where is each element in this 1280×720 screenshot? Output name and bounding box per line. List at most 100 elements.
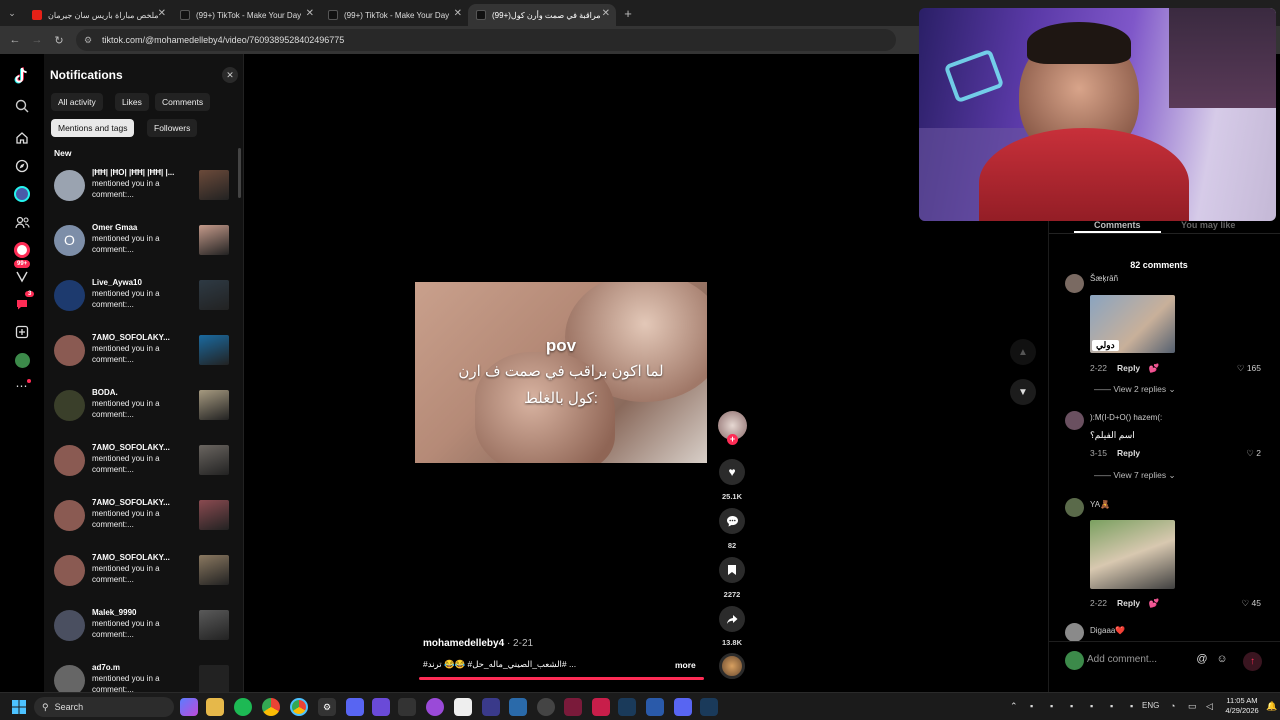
tray-app-icon[interactable]: ▪ [1130,701,1133,711]
chrome-active-icon[interactable] [290,698,308,716]
comment-avatar[interactable] [1065,411,1084,430]
discord-icon[interactable] [346,698,364,716]
explore-compass-icon[interactable] [12,156,32,176]
tray-app-icon[interactable]: ▪ [1070,701,1073,711]
forward-arrow-icon[interactable]: → [26,34,48,46]
comment-like[interactable]: ♡ 165 [1229,363,1261,374]
steam-icon[interactable] [618,698,636,716]
browser-tab-4-active[interactable]: (99+)مراقبة في صمت وأرن كول ✕ [468,4,616,26]
comment-username[interactable]: Digaaa❤️ [1090,626,1125,635]
search-icon[interactable] [12,96,32,116]
filter-comments[interactable]: Comments [155,93,211,111]
mention-at-icon[interactable]: @ [1195,653,1209,667]
notification-item[interactable]: ad7o.m mentioned you in a comment:... [50,661,236,692]
filter-likes[interactable]: Likes [115,93,149,111]
activity-inbox-icon[interactable]: 99+ [12,260,32,286]
chrome-icon[interactable] [262,698,280,716]
comment-like[interactable]: ♡ 2 [1229,448,1261,459]
notification-avatar[interactable] [54,500,85,531]
notification-video-thumbnail[interactable] [199,390,229,420]
notification-avatar[interactable] [54,335,85,366]
app-icon[interactable] [564,698,582,716]
following-avatar-icon[interactable] [12,184,32,204]
music-disc-icon[interactable] [719,653,745,679]
browser-tab-1[interactable]: ملخص مباراة باريس سان جيرمان ✕ [24,4,172,26]
filter-all-activity[interactable]: All activity [51,93,103,111]
notification-item[interactable]: 7AMO_SOFOLAKY... mentioned you in a comme… [50,551,236,601]
comment-bubble-icon[interactable] [719,508,745,534]
profile-avatar-icon[interactable] [12,350,32,370]
notification-video-thumbnail[interactable] [199,665,229,692]
tab-comments[interactable]: Comments [1094,220,1141,230]
wifi-icon[interactable]: ◔ [1170,701,1175,711]
tray-app-icon[interactable]: ▪ [1050,701,1053,711]
taskbar-search[interactable]: ⚲ Search [34,697,174,717]
notification-avatar[interactable] [54,390,85,421]
back-arrow-icon[interactable]: ← [4,34,26,46]
like-heart-icon[interactable]: ♥ [719,459,745,485]
notification-avatar[interactable] [54,445,85,476]
steam-icon[interactable] [700,698,718,716]
notification-video-thumbnail[interactable] [199,225,229,255]
emoji-icon[interactable]: ☺ [1215,653,1229,667]
tab-close-icon[interactable]: ✕ [158,8,166,19]
discord-icon[interactable] [674,698,692,716]
reply-button[interactable]: Reply [1117,448,1140,458]
notification-item[interactable]: Malek_9990 mentioned you in a comment:... [50,606,236,656]
notification-username[interactable]: Omer Gmaa [92,223,184,232]
notification-avatar[interactable] [54,665,85,692]
notification-bell-icon[interactable]: 🔔 [1266,701,1277,712]
address-bar[interactable]: ⚙ tiktok.com/@mohamedelleby4/video/76093… [76,29,896,51]
notification-item[interactable]: BODA. mentioned you in a comment:... [50,386,236,436]
tab-you-may-like[interactable]: You may like [1181,220,1235,230]
notification-video-thumbnail[interactable] [199,335,229,365]
notification-username[interactable]: 7AMO_SOFOLAKY... [92,443,184,452]
reload-icon[interactable]: ↻ [48,34,70,47]
file-explorer-icon[interactable] [206,698,224,716]
spotify-icon[interactable] [234,698,252,716]
battery-icon[interactable]: ▭ [1188,701,1197,712]
notification-item[interactable]: 7AMO_SOFOLAKY... mentioned you in a comme… [50,496,236,546]
4k-app-icon[interactable] [537,698,555,716]
tray-chevron-up-icon[interactable]: ⌃ [1010,701,1018,712]
adobe-app-icon[interactable] [592,698,610,716]
comment-username[interactable]: Šæķrāñ [1090,274,1118,283]
notification-username[interactable]: ad7o.m [92,663,184,672]
close-icon[interactable]: ✕ [222,67,238,83]
app-icon[interactable] [646,698,664,716]
game-app-icon[interactable] [482,698,500,716]
previous-video-chevron-up-icon[interactable]: ▲ [1010,339,1036,365]
notification-item[interactable]: |ĦĦ| |ĦO| |ĦĦ| |ĦĦ| |... mentioned you in… [50,166,236,216]
bookmark-icon[interactable] [719,557,745,583]
app-icon[interactable] [426,698,444,716]
post-comment-arrow-icon[interactable]: ↑ [1243,652,1262,671]
home-icon[interactable] [12,128,32,148]
notification-video-thumbnail[interactable] [199,280,229,310]
new-tab-plus-icon[interactable]: + [616,6,640,21]
notification-username[interactable]: Live_Aywa10 [92,278,184,287]
tiktok-logo-icon[interactable] [12,66,32,86]
language-indicator[interactable]: ENG [1142,701,1159,710]
add-comment-input[interactable] [1087,653,1187,665]
comment-username[interactable]: ):M(I-D+O() hazem(: [1090,413,1162,422]
notification-username[interactable]: 7AMO_SOFOLAKY... [92,553,184,562]
site-info-icon[interactable]: ⚙ [84,35,98,46]
view-replies-button[interactable]: —— View 2 replies ⌄ [1094,384,1176,395]
windows-start-icon[interactable] [12,700,26,714]
notification-item[interactable]: Live_Aywa10 mentioned you in a comment:..… [50,276,236,326]
notification-username[interactable]: Malek_9990 [92,608,184,617]
video-player[interactable]: pov لما اكون براقب في صمت ف ارن كول بالغ… [415,282,707,463]
tab-close-icon[interactable]: ✕ [602,8,610,19]
keyboard-app-icon[interactable] [398,698,416,716]
messages-icon[interactable]: 3 [12,290,36,314]
more-dots-icon[interactable]: ⋯ [12,376,32,396]
notification-avatar[interactable]: O [54,225,85,256]
notepad-icon[interactable] [454,698,472,716]
notification-video-thumbnail[interactable] [199,170,229,200]
notification-username[interactable]: 7AMO_SOFOLAKY... [92,333,184,342]
notification-avatar[interactable] [54,555,85,586]
video-caption-tags[interactable]: #الشعب_الصيني_ماله_حل# 😂😂 ترند# ... [423,659,593,670]
tray-app-icon[interactable]: ▪ [1030,701,1033,711]
tab-close-icon[interactable]: ✕ [306,8,314,19]
friends-icon[interactable] [12,212,32,232]
